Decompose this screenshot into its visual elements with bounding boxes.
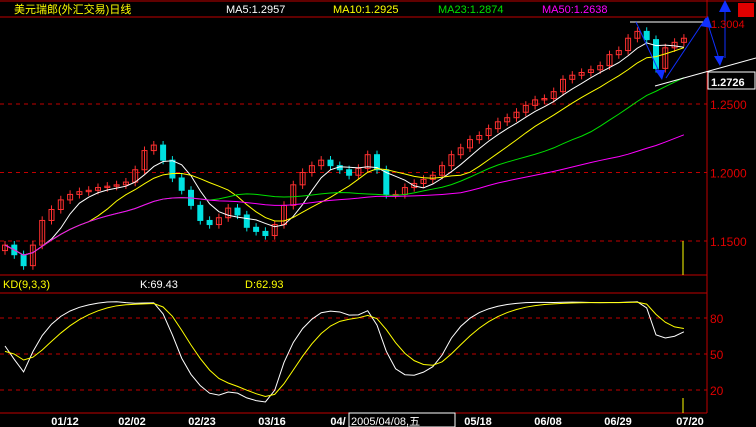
ma10-label: MA10:1.2925 xyxy=(333,4,398,16)
x-tick-label: 02/02 xyxy=(118,416,146,427)
corner-button[interactable] xyxy=(738,3,754,17)
kd-tick-label: 20 xyxy=(710,384,724,398)
kd-title: KD(9,3,3) xyxy=(3,279,50,291)
candle-body xyxy=(206,219,213,226)
price-tick-label: 1.2500 xyxy=(710,98,747,112)
candle-body xyxy=(243,214,250,228)
ma50-label: MA50:1.2638 xyxy=(542,4,607,16)
x-tick-label: 06/08 xyxy=(534,416,562,427)
ma23-label: MA23:1.2874 xyxy=(438,4,503,16)
candle-body xyxy=(20,254,27,267)
kd-tick-label: 80 xyxy=(710,312,724,326)
chart-title: 美元瑞郎(外汇交易)日线 xyxy=(14,2,131,16)
candle-body xyxy=(346,169,353,176)
x-tick-label: 05/18 xyxy=(464,416,492,427)
x-tick-label: 01/12 xyxy=(51,416,79,427)
high-price-label: 1.3004 xyxy=(711,19,745,31)
x-tick-label: 06/29 xyxy=(604,416,632,427)
x-tick-label: 07/20 xyxy=(676,416,704,427)
x-tick-label: 03/16 xyxy=(258,416,286,427)
x-tick-label: 02/23 xyxy=(188,416,216,427)
kd-d-value: D:62.93 xyxy=(245,279,284,291)
ma5-label: MA5:1.2957 xyxy=(226,4,285,16)
price-tick-label: 1.1500 xyxy=(710,235,747,249)
cursor-date: 2005/04/08,五 xyxy=(351,416,420,427)
candle-body xyxy=(160,144,167,161)
candle-body xyxy=(262,230,269,237)
x-tick-label: 04/ xyxy=(330,416,345,427)
candle-body xyxy=(234,207,241,216)
candle-body xyxy=(643,30,650,41)
kd-k-value: K:69.43 xyxy=(140,279,178,291)
candle-body xyxy=(169,159,176,179)
current-price-label: 1.2726 xyxy=(711,77,745,89)
candle-body xyxy=(327,159,334,167)
chart: 美元瑞郎(外汇交易)日线 MA5:1.2957 MA10:1.2925 MA23… xyxy=(0,0,756,427)
kd-tick-label: 50 xyxy=(710,348,724,362)
candle-body xyxy=(197,204,204,221)
candle-body xyxy=(178,177,185,191)
price-tick-label: 1.2000 xyxy=(710,167,747,181)
candle-body xyxy=(253,226,260,232)
